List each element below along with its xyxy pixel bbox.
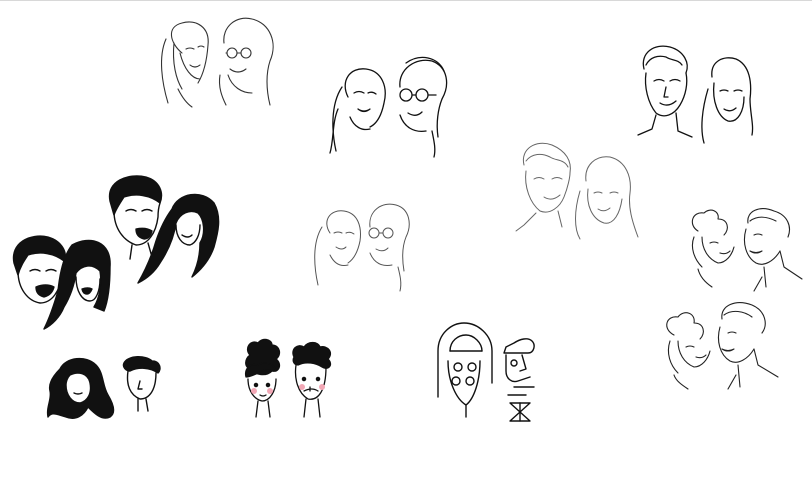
couple-sketch-8[interactable] bbox=[684, 207, 810, 295]
couple-sketch-10[interactable] bbox=[46, 355, 166, 421]
couple-portrait-bold-art bbox=[12, 235, 111, 330]
couple-portrait-line-art bbox=[691, 208, 803, 292]
couple-sketch-3[interactable] bbox=[632, 43, 758, 147]
couple-sketch-1[interactable] bbox=[152, 13, 282, 113]
couple-portrait-bold-art bbox=[108, 175, 220, 284]
couple-sketch-11[interactable] bbox=[240, 338, 336, 423]
couple-portrait-minimal-art bbox=[244, 338, 332, 418]
illustration-canvas bbox=[0, 0, 812, 478]
couple-portrait-minimal-art bbox=[46, 356, 161, 419]
couple-portrait-line-art bbox=[329, 56, 448, 158]
couple-portrait-abstract-art bbox=[437, 322, 535, 422]
couple-sketch-12[interactable] bbox=[434, 321, 544, 425]
couple-sketch-6[interactable] bbox=[10, 231, 116, 331]
couple-portrait-line-art bbox=[161, 17, 274, 108]
couple-portrait-line-art bbox=[314, 203, 410, 292]
couple-sketch-5[interactable] bbox=[310, 197, 416, 293]
couple-sketch-7[interactable] bbox=[106, 173, 222, 285]
couple-sketch-2[interactable] bbox=[326, 53, 452, 159]
couple-sketch-9[interactable] bbox=[660, 301, 786, 391]
couple-portrait-line-art bbox=[515, 142, 639, 240]
couple-portrait-line-art bbox=[637, 45, 754, 144]
couple-sketch-4[interactable] bbox=[514, 141, 642, 243]
couple-portrait-line-art bbox=[666, 302, 779, 390]
